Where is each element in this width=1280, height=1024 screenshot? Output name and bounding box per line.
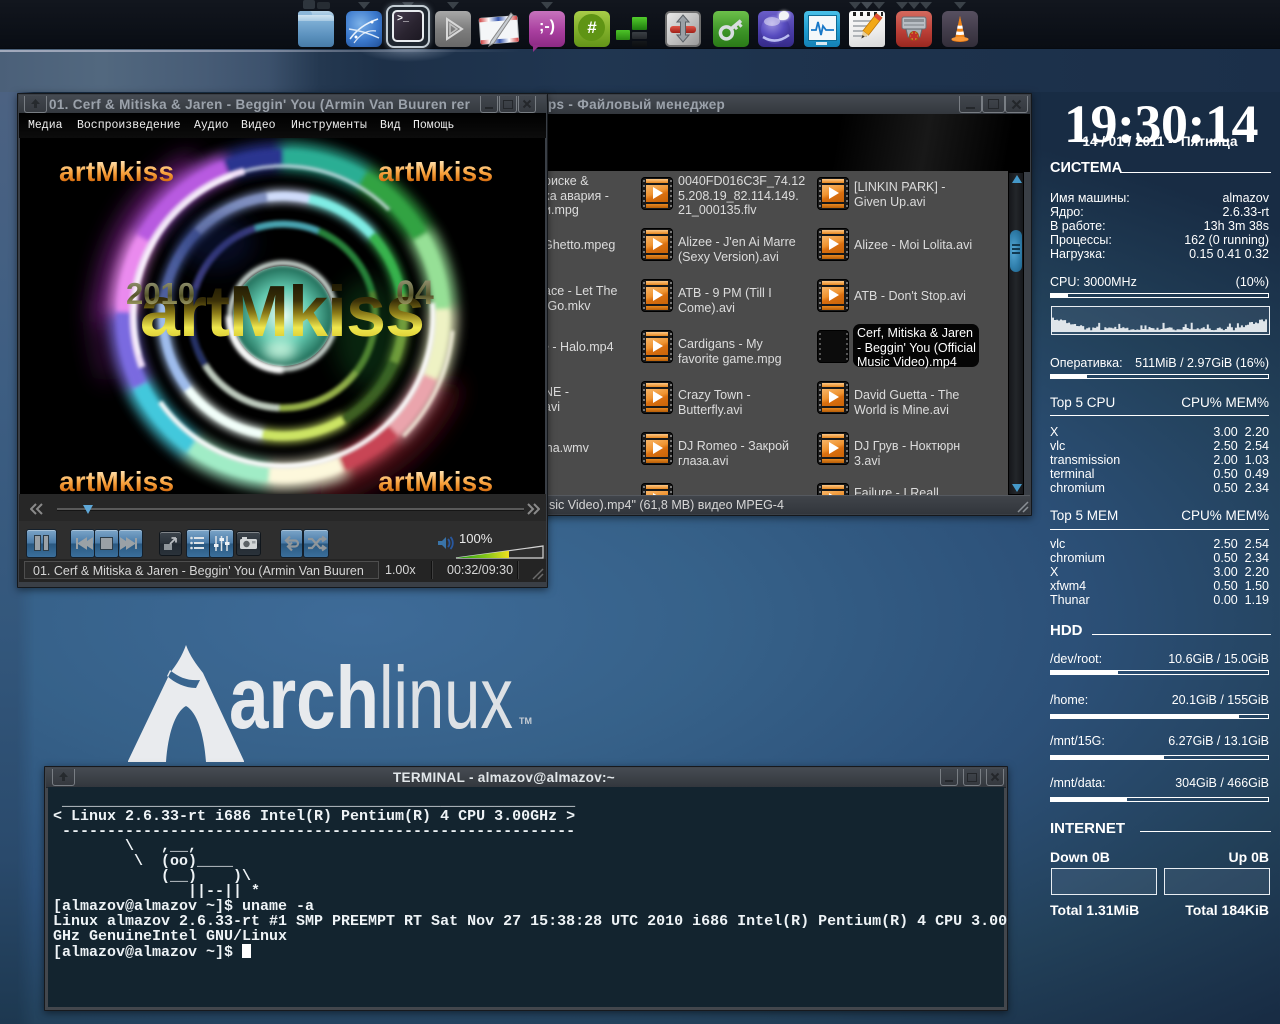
svg-text:linux: linux <box>379 648 513 747</box>
svg-text:TM: TM <box>519 716 532 726</box>
svg-text:arch: arch <box>229 648 379 747</box>
